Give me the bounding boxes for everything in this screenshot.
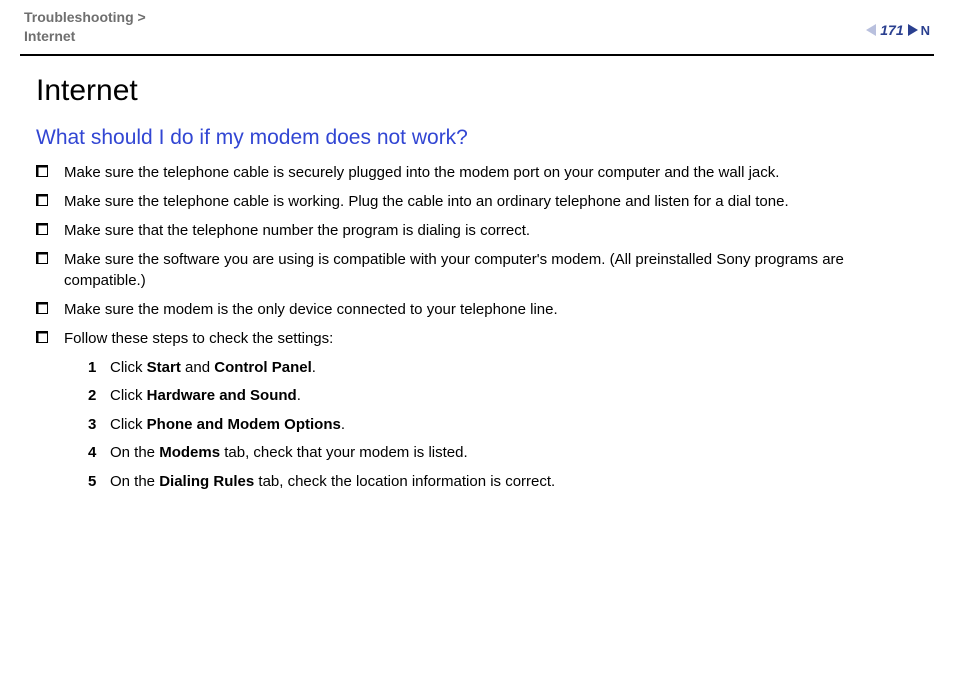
step-bold: Modems bbox=[159, 444, 220, 461]
step-text: Click Start and Control Panel. bbox=[110, 357, 316, 380]
step-number: 1 bbox=[88, 357, 110, 380]
step-text: Click Phone and Modem Options. bbox=[110, 414, 345, 437]
bullet-list: Make sure the telephone cable is securel… bbox=[36, 162, 918, 349]
page: Troubleshooting > Internet 171 N Interne… bbox=[0, 0, 954, 519]
bullet-icon bbox=[36, 252, 48, 264]
step-text-part: On the bbox=[110, 473, 159, 490]
bullet-text: Make sure that the telephone number the … bbox=[64, 220, 530, 241]
step-text-part: Click bbox=[110, 416, 147, 433]
bullet-icon bbox=[36, 223, 48, 235]
step-item: 2 Click Hardware and Sound. bbox=[88, 385, 918, 408]
breadcrumb[interactable]: Troubleshooting > Internet bbox=[24, 8, 146, 46]
step-number: 3 bbox=[88, 414, 110, 437]
list-item: Make sure that the telephone number the … bbox=[36, 220, 918, 241]
page-nav: 171 N bbox=[866, 8, 930, 38]
step-text: On the Dialing Rules tab, check the loca… bbox=[110, 471, 555, 494]
step-text-part: tab, check that your modem is listed. bbox=[220, 444, 468, 461]
list-item: Make sure the modem is the only device c… bbox=[36, 299, 918, 320]
step-text-part: Click bbox=[110, 359, 147, 376]
step-text: On the Modems tab, check that your modem… bbox=[110, 442, 468, 465]
list-item: Make sure the telephone cable is working… bbox=[36, 191, 918, 212]
bullet-text: Make sure the telephone cable is working… bbox=[64, 191, 789, 212]
step-number: 5 bbox=[88, 471, 110, 494]
next-page-icon[interactable] bbox=[908, 24, 918, 36]
step-bold: Hardware and Sound bbox=[147, 387, 297, 404]
step-text-part: . bbox=[312, 359, 316, 376]
step-item: 1 Click Start and Control Panel. bbox=[88, 357, 918, 380]
list-item: Follow these steps to check the settings… bbox=[36, 328, 918, 349]
list-item: Make sure the software you are using is … bbox=[36, 249, 918, 291]
step-text-part: . bbox=[341, 416, 345, 433]
step-text-part: . bbox=[297, 387, 301, 404]
bullet-text: Follow these steps to check the settings… bbox=[64, 328, 333, 349]
step-bold: Control Panel bbox=[214, 359, 312, 376]
steps-list: 1 Click Start and Control Panel. 2 Click… bbox=[88, 357, 918, 494]
breadcrumb-separator: > bbox=[134, 9, 146, 25]
step-bold: Dialing Rules bbox=[159, 473, 254, 490]
step-number: 4 bbox=[88, 442, 110, 465]
breadcrumb-child: Internet bbox=[24, 28, 75, 44]
step-text-part: tab, check the location information is c… bbox=[254, 473, 555, 490]
step-text-part: and bbox=[181, 359, 214, 376]
bullet-icon bbox=[36, 331, 48, 343]
step-bold: Start bbox=[147, 359, 181, 376]
step-number: 2 bbox=[88, 385, 110, 408]
bullet-text: Make sure the telephone cable is securel… bbox=[64, 162, 779, 183]
header-divider bbox=[20, 54, 934, 56]
step-item: 3 Click Phone and Modem Options. bbox=[88, 414, 918, 437]
bullet-text: Make sure the modem is the only device c… bbox=[64, 299, 558, 320]
page-number: 171 bbox=[880, 22, 903, 38]
nav-letter: N bbox=[921, 23, 930, 38]
bullet-icon bbox=[36, 165, 48, 177]
breadcrumb-parent: Troubleshooting bbox=[24, 9, 134, 25]
step-item: 5 On the Dialing Rules tab, check the lo… bbox=[88, 471, 918, 494]
step-text-part: Click bbox=[110, 387, 147, 404]
content: Internet What should I do if my modem do… bbox=[20, 74, 934, 494]
question-heading: What should I do if my modem does not wo… bbox=[36, 126, 918, 150]
bullet-icon bbox=[36, 302, 48, 314]
step-text: Click Hardware and Sound. bbox=[110, 385, 301, 408]
step-bold: Phone and Modem Options bbox=[147, 416, 341, 433]
step-text-part: On the bbox=[110, 444, 159, 461]
page-title: Internet bbox=[36, 74, 918, 108]
list-item: Make sure the telephone cable is securel… bbox=[36, 162, 918, 183]
prev-page-icon[interactable] bbox=[866, 24, 876, 36]
step-item: 4 On the Modems tab, check that your mod… bbox=[88, 442, 918, 465]
bullet-icon bbox=[36, 194, 48, 206]
top-bar: Troubleshooting > Internet 171 N bbox=[20, 8, 934, 54]
bullet-text: Make sure the software you are using is … bbox=[64, 249, 918, 291]
